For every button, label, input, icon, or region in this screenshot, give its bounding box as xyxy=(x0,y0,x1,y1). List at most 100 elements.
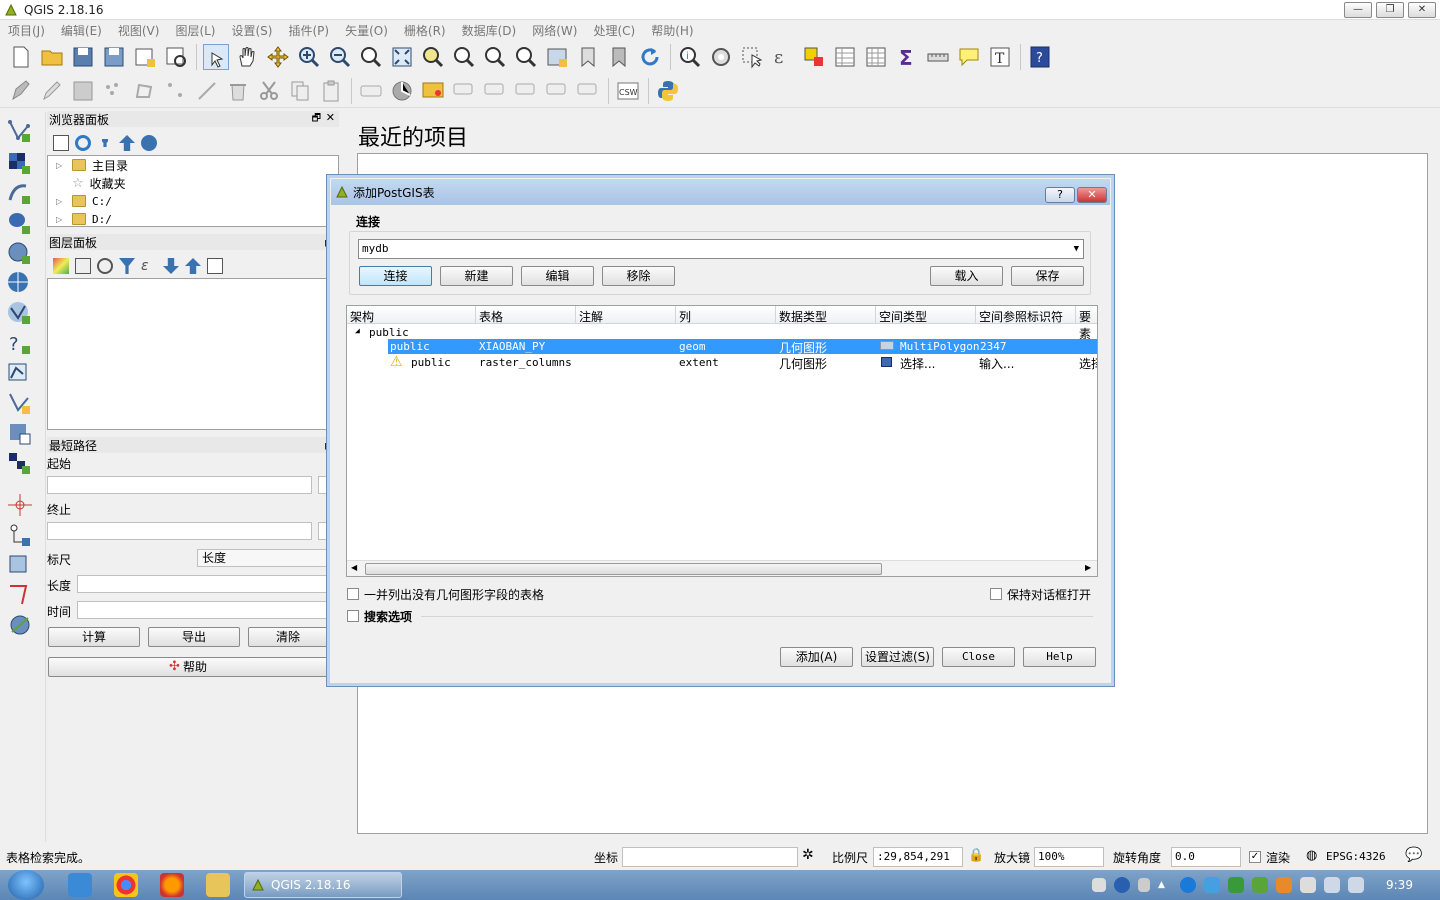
tree-item-favorites[interactable]: ☆ 收藏夹 xyxy=(48,174,338,192)
expand-arrow-icon[interactable]: ▷ xyxy=(56,215,66,224)
open-project-icon[interactable] xyxy=(39,44,65,70)
action-center-tray-icon[interactable] xyxy=(1300,877,1316,893)
rotation-spinbox[interactable]: 0.0 xyxy=(1171,847,1241,867)
column-header-spatial-type[interactable]: 空间类型 xyxy=(879,308,927,325)
menu-settings[interactable]: 设置(S) xyxy=(224,22,281,39)
manage-visibility-icon[interactable] xyxy=(97,258,113,274)
add-vector-layer-icon[interactable] xyxy=(6,118,34,144)
map-tips-icon[interactable] xyxy=(956,44,982,70)
rotate-label-icon[interactable] xyxy=(544,78,570,104)
menu-edit[interactable]: 编辑(E) xyxy=(53,22,110,39)
field-calculator-icon[interactable] xyxy=(863,44,889,70)
menu-project[interactable]: 项目(J) xyxy=(0,22,53,39)
statistical-summary-icon[interactable]: Σ xyxy=(894,44,920,70)
add-selected-layers-icon[interactable] xyxy=(53,135,69,151)
save-edits-icon[interactable] xyxy=(70,78,96,104)
pan-map-icon[interactable] xyxy=(234,44,260,70)
add-postgis-layer-icon[interactable] xyxy=(6,210,34,236)
zoom-to-layer-icon[interactable] xyxy=(451,44,477,70)
identify-features-icon[interactable]: i xyxy=(677,44,703,70)
column-header-srid[interactable]: 空间参照标识符 xyxy=(979,308,1063,325)
show-hidden-icons[interactable]: ▲ xyxy=(1158,880,1168,890)
connection-select[interactable]: mydb ▼ xyxy=(358,239,1084,259)
app-tray-icon[interactable] xyxy=(1276,877,1292,893)
file-explorer-icon[interactable] xyxy=(206,873,230,897)
horizontal-scrollbar[interactable]: ◀ ▶ xyxy=(347,560,1097,576)
taskbar-qgis-window[interactable]: QGIS 2.18.16 xyxy=(244,872,402,898)
add-feature-icon[interactable] xyxy=(101,78,127,104)
tree-item-home[interactable]: ▷ 主目录 xyxy=(48,156,338,174)
add-oracle-layer-icon[interactable] xyxy=(6,450,34,476)
menu-layer[interactable]: 图层(L) xyxy=(167,22,223,39)
new-connection-button[interactable]: 新建 xyxy=(440,266,513,286)
select-features-icon[interactable] xyxy=(739,44,765,70)
touch-zoom-pan-icon[interactable] xyxy=(203,44,229,70)
coordinate-input[interactable] xyxy=(622,847,798,867)
delete-selected-icon[interactable] xyxy=(225,78,251,104)
menu-web[interactable]: 网络(W) xyxy=(524,22,585,39)
expand-arrow-icon[interactable]: ▷ xyxy=(56,197,66,206)
list-no-geometry-checkbox[interactable] xyxy=(347,588,359,600)
zoom-next-icon[interactable] xyxy=(513,44,539,70)
layer-labeling-icon[interactable] xyxy=(358,78,384,104)
expand-all-icon[interactable] xyxy=(163,258,179,274)
zoom-to-selection-icon[interactable] xyxy=(420,44,446,70)
save-project-icon[interactable] xyxy=(70,44,96,70)
collapse-all-icon[interactable] xyxy=(185,258,201,274)
menu-database[interactable]: 数据库(D) xyxy=(454,22,525,39)
zoom-out-icon[interactable] xyxy=(327,44,353,70)
dialog-help-footer-button[interactable]: Help xyxy=(1023,647,1096,667)
messages-icon[interactable]: 💬 xyxy=(1405,847,1422,863)
column-header-schema[interactable]: 架构 xyxy=(350,308,374,325)
render-checkbox[interactable]: ✓ xyxy=(1249,851,1261,863)
pin-labels-icon[interactable] xyxy=(451,78,477,104)
connect-button[interactable]: 连接 xyxy=(359,266,432,286)
system-clock[interactable]: 9:39 xyxy=(1386,878,1413,892)
remove-connection-button[interactable]: 移除 xyxy=(602,266,675,286)
zoom-full-icon[interactable] xyxy=(389,44,415,70)
run-feature-action-icon[interactable] xyxy=(708,44,734,70)
collapse-arrow-icon[interactable]: ◢ xyxy=(355,326,360,335)
add-virtual-layer-icon[interactable]: ? xyxy=(6,330,34,356)
pen-tray-icon[interactable] xyxy=(1138,878,1150,892)
refresh-icon[interactable] xyxy=(637,44,663,70)
help-contents-icon[interactable]: ? xyxy=(1027,44,1053,70)
zoom-in-icon[interactable] xyxy=(296,44,322,70)
column-header-table[interactable]: 表格 xyxy=(479,308,503,325)
schema-node[interactable]: public xyxy=(369,326,409,339)
row-feature-select[interactable]: 选择 xyxy=(1079,355,1097,372)
filter-icon[interactable] xyxy=(97,135,113,151)
select-by-expression-icon[interactable]: ε xyxy=(770,44,796,70)
column-header-data-type[interactable]: 数据类型 xyxy=(779,308,827,325)
highlight-pinned-labels-icon[interactable] xyxy=(420,78,446,104)
column-header-column[interactable]: 列 xyxy=(679,308,691,325)
menu-processing[interactable]: 处理(C) xyxy=(585,22,643,39)
gps-tools-icon[interactable] xyxy=(6,552,34,578)
search-options-checkbox[interactable] xyxy=(347,610,359,622)
criterion-select[interactable]: 长度 xyxy=(197,549,328,567)
filter-legend-icon[interactable] xyxy=(119,258,135,274)
labeling-toolbar-icon[interactable] xyxy=(389,78,415,104)
close-window-button[interactable]: ✕ xyxy=(1408,2,1436,18)
keep-dialog-open-checkbox[interactable] xyxy=(990,588,1002,600)
move-label-icon[interactable] xyxy=(513,78,539,104)
node-tool-icon[interactable] xyxy=(194,78,220,104)
help-tray-icon[interactable] xyxy=(1114,877,1130,893)
restore-button[interactable]: ❐ xyxy=(1376,2,1404,18)
add-wcs-layer-icon[interactable] xyxy=(6,420,34,446)
magnifier-spinbox[interactable]: 100% xyxy=(1034,847,1104,867)
style-manager-icon[interactable] xyxy=(53,258,69,274)
start-point-input[interactable] xyxy=(47,476,312,494)
new-print-composer-icon[interactable] xyxy=(132,44,158,70)
add-raster-layer-icon[interactable] xyxy=(6,150,34,176)
volume-tray-icon[interactable] xyxy=(1348,877,1364,893)
set-filter-button[interactable]: 设置过滤(S) xyxy=(861,647,934,667)
cut-features-icon[interactable] xyxy=(256,78,282,104)
menu-view[interactable]: 视图(V) xyxy=(110,22,168,39)
end-point-input[interactable] xyxy=(47,522,312,540)
menu-raster[interactable]: 栅格(R) xyxy=(396,22,454,39)
scroll-left-icon[interactable]: ◀ xyxy=(351,563,357,572)
add-group-icon[interactable] xyxy=(75,258,91,274)
copy-features-icon[interactable] xyxy=(287,78,313,104)
menu-vector[interactable]: 矢量(O) xyxy=(337,22,396,39)
